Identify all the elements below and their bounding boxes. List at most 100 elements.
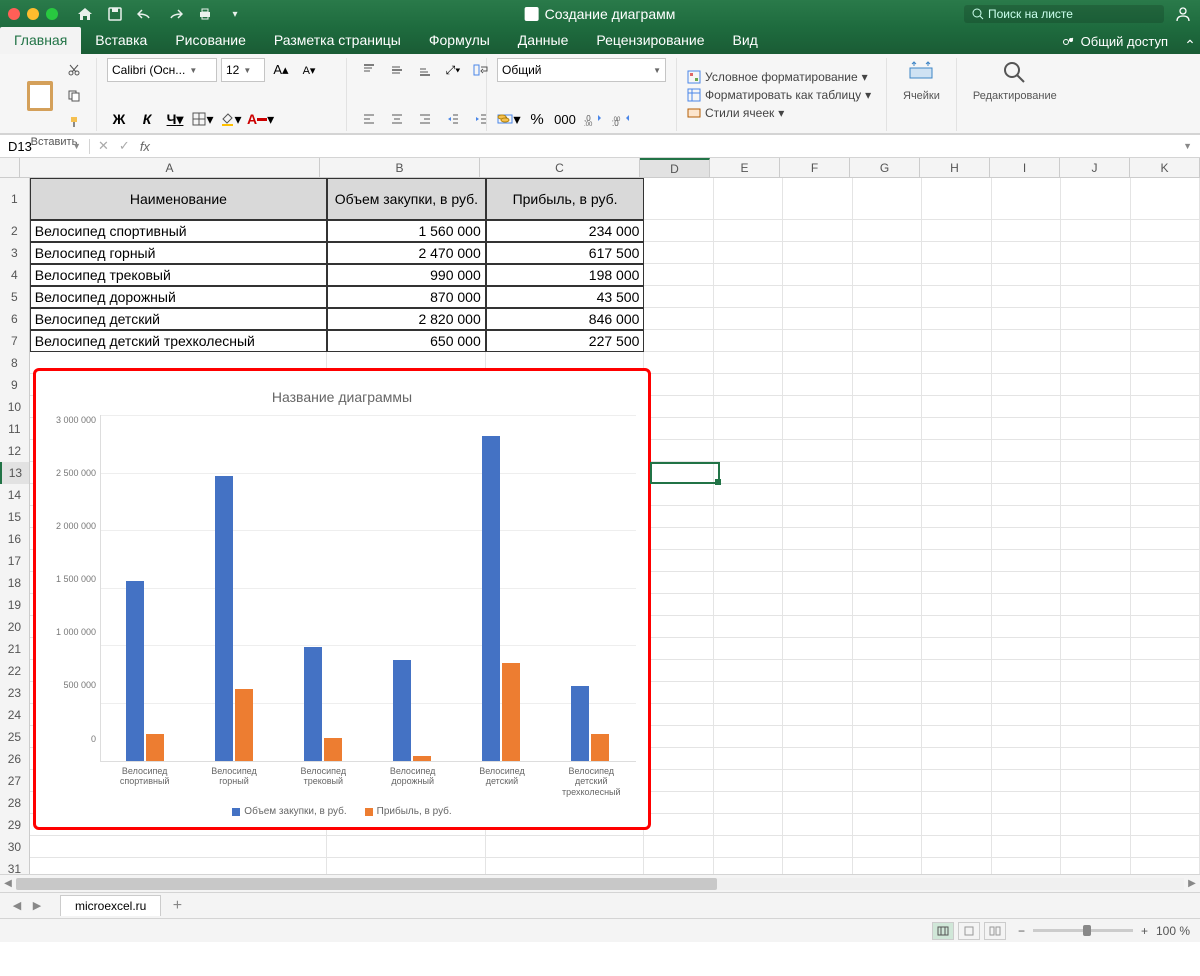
cell-K14[interactable] xyxy=(1131,484,1200,506)
cell-E18[interactable] xyxy=(714,572,783,594)
increase-font-button[interactable]: A▴ xyxy=(269,58,293,82)
cell-I2[interactable] xyxy=(992,220,1061,242)
maximize-window[interactable] xyxy=(46,8,58,20)
cell-I6[interactable] xyxy=(992,308,1061,330)
cell-D11[interactable] xyxy=(644,418,713,440)
bar-0-5[interactable] xyxy=(571,686,589,761)
editing-button[interactable]: Редактирование xyxy=(967,58,1063,104)
cell-F27[interactable] xyxy=(783,770,852,792)
bar-0-2[interactable] xyxy=(304,647,322,761)
cell-F19[interactable] xyxy=(783,594,852,616)
cell-J4[interactable] xyxy=(1061,264,1130,286)
cell-K26[interactable] xyxy=(1131,748,1200,770)
cell-H20[interactable] xyxy=(922,616,991,638)
cell-F23[interactable] xyxy=(783,682,852,704)
row-header-26[interactable]: 26 xyxy=(0,748,30,770)
cell-B7[interactable]: 650 000 xyxy=(327,330,486,352)
cell-K28[interactable] xyxy=(1131,792,1200,814)
cell-D19[interactable] xyxy=(644,594,713,616)
cell-K6[interactable] xyxy=(1131,308,1200,330)
cell-K27[interactable] xyxy=(1131,770,1200,792)
cell-G3[interactable] xyxy=(853,242,922,264)
decrease-decimal-button[interactable]: ,00,0 xyxy=(609,107,633,131)
cell-G8[interactable] xyxy=(853,352,922,374)
orientation-button[interactable]: ⤢▾ xyxy=(441,58,465,82)
cell-H8[interactable] xyxy=(922,352,991,374)
cell-H18[interactable] xyxy=(922,572,991,594)
cell-H27[interactable] xyxy=(922,770,991,792)
add-sheet-button[interactable]: + xyxy=(165,894,189,918)
cell-H23[interactable] xyxy=(922,682,991,704)
cell-F24[interactable] xyxy=(783,704,852,726)
cell-G12[interactable] xyxy=(853,440,922,462)
cell-F6[interactable] xyxy=(783,308,852,330)
cell-C6[interactable]: 846 000 xyxy=(486,308,645,330)
decrease-font-button[interactable]: A▾ xyxy=(297,58,321,82)
tab-formulas[interactable]: Формулы xyxy=(415,27,504,54)
column-header-E[interactable]: E xyxy=(710,158,780,177)
expand-formula-bar[interactable]: ▼ xyxy=(1183,141,1192,151)
cell-K7[interactable] xyxy=(1131,330,1200,352)
cell-G23[interactable] xyxy=(853,682,922,704)
cell-I8[interactable] xyxy=(992,352,1061,374)
column-header-B[interactable]: B xyxy=(320,158,480,177)
cell-I7[interactable] xyxy=(992,330,1061,352)
cell-H24[interactable] xyxy=(922,704,991,726)
cell-K30[interactable] xyxy=(1131,836,1200,858)
cell-H2[interactable] xyxy=(922,220,991,242)
column-header-G[interactable]: G xyxy=(850,158,920,177)
cell-E16[interactable] xyxy=(714,528,783,550)
cell-F15[interactable] xyxy=(783,506,852,528)
cell-H15[interactable] xyxy=(922,506,991,528)
cell-G4[interactable] xyxy=(853,264,922,286)
cell-D18[interactable] xyxy=(644,572,713,594)
cell-F5[interactable] xyxy=(783,286,852,308)
cell-B1[interactable]: Объем закупки, в руб. xyxy=(327,178,486,220)
zoom-level[interactable]: 100 % xyxy=(1156,924,1190,938)
cell-K10[interactable] xyxy=(1131,396,1200,418)
spreadsheet-grid[interactable]: ABCDEFGHIJK 1НаименованиеОбъем закупки, … xyxy=(0,158,1200,874)
cell-D30[interactable] xyxy=(644,836,713,858)
cell-E14[interactable] xyxy=(714,484,783,506)
cell-I17[interactable] xyxy=(992,550,1061,572)
cell-H17[interactable] xyxy=(922,550,991,572)
cell-E27[interactable] xyxy=(714,770,783,792)
cell-J22[interactable] xyxy=(1061,660,1130,682)
cell-G1[interactable] xyxy=(853,178,922,220)
cell-A1[interactable]: Наименование xyxy=(30,178,327,220)
cell-G31[interactable] xyxy=(853,858,922,874)
cell-H21[interactable] xyxy=(922,638,991,660)
row-header-10[interactable]: 10 xyxy=(0,396,30,418)
cell-I27[interactable] xyxy=(992,770,1061,792)
cell-D26[interactable] xyxy=(644,748,713,770)
tab-home[interactable]: Главная xyxy=(0,27,81,54)
cell-E28[interactable] xyxy=(714,792,783,814)
cell-C1[interactable]: Прибыль, в руб. xyxy=(486,178,645,220)
cell-G9[interactable] xyxy=(853,374,922,396)
row-header-4[interactable]: 4 xyxy=(0,264,30,286)
cell-K12[interactable] xyxy=(1131,440,1200,462)
cell-H14[interactable] xyxy=(922,484,991,506)
cell-I29[interactable] xyxy=(992,814,1061,836)
cell-D1[interactable] xyxy=(644,178,713,220)
cell-F25[interactable] xyxy=(783,726,852,748)
cell-H25[interactable] xyxy=(922,726,991,748)
cell-styles-button[interactable]: Стили ячеек ▾ xyxy=(687,104,876,122)
cell-E3[interactable] xyxy=(714,242,783,264)
column-header-A[interactable]: A xyxy=(20,158,320,177)
row-header-9[interactable]: 9 xyxy=(0,374,30,396)
qat-dropdown-icon[interactable]: ▾ xyxy=(224,3,246,25)
cell-J18[interactable] xyxy=(1061,572,1130,594)
cell-I18[interactable] xyxy=(992,572,1061,594)
cell-K4[interactable] xyxy=(1131,264,1200,286)
paste-button[interactable] xyxy=(22,75,58,117)
cell-G28[interactable] xyxy=(853,792,922,814)
cell-K23[interactable] xyxy=(1131,682,1200,704)
page-break-view-button[interactable] xyxy=(984,922,1006,940)
cell-K9[interactable] xyxy=(1131,374,1200,396)
cell-K25[interactable] xyxy=(1131,726,1200,748)
cell-F10[interactable] xyxy=(783,396,852,418)
row-header-5[interactable]: 5 xyxy=(0,286,30,308)
cell-K3[interactable] xyxy=(1131,242,1200,264)
cell-J29[interactable] xyxy=(1061,814,1130,836)
